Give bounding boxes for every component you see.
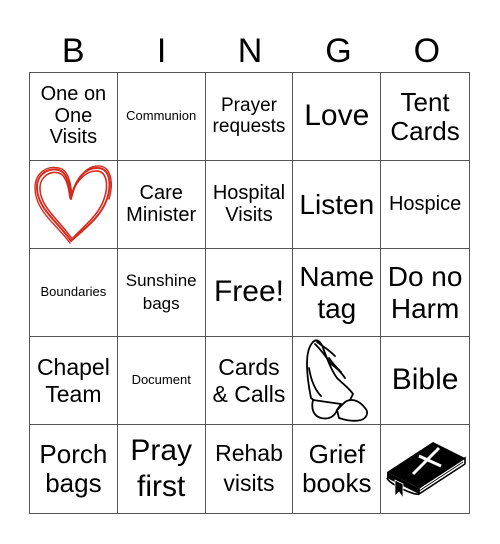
cell-label: Listen [299,188,375,220]
header-letter-i: I [156,32,167,70]
bingo-cell[interactable]: Sunshine bags [117,249,206,337]
bingo-cell[interactable]: Cards & Calls [205,337,294,425]
bingo-card-grid: One on One Visits Communion Prayer reque… [29,72,470,514]
free-space[interactable]: Free! [205,249,294,337]
cell-label: Grief books [302,439,372,498]
cell-label: Prayer requests [212,94,286,137]
header-letter-g: G [325,32,352,70]
bingo-cell[interactable]: Love [293,73,382,161]
bingo-cell[interactable]: Do no Harm [381,249,469,337]
bingo-cell[interactable] [293,337,382,425]
cell-label: Cards & Calls [212,354,286,407]
bingo-cell[interactable]: Boundaries [30,249,118,337]
cell-label: Document [131,372,191,388]
cell-label: Sunshine bags [125,271,197,313]
bingo-cell[interactable]: Prayer requests [205,73,294,161]
header-letter-o: O [413,32,441,70]
cell-label: One on One Visits [40,83,107,149]
cell-label: Hospital Visits [212,181,286,226]
bingo-cell[interactable]: Document [117,337,206,425]
bingo-header: B I N G O [29,30,471,72]
bingo-cell[interactable] [381,425,469,513]
bingo-cell[interactable]: Grief books [293,425,382,513]
bingo-cell[interactable]: Care Minister [117,161,206,249]
cell-label: Pray first [130,434,193,503]
bingo-cell[interactable]: Tent Cards [381,73,469,161]
cell-label: Rehab visits [215,440,283,496]
heart-icon [34,164,113,244]
praying-hands-icon [305,339,368,422]
cell-label: Communion [126,108,197,124]
bingo-cell[interactable]: Chapel Team [30,337,118,425]
cell-label: Do no Harm [387,261,463,324]
bible-icon [386,442,466,500]
cell-label: Free! [213,275,284,309]
cell-label: Name tag [299,261,375,324]
cell-label: Love [304,99,370,133]
bingo-cell[interactable] [30,161,118,249]
cell-label: Bible [391,363,459,397]
cell-label: Porch bags [39,439,108,498]
bingo-cell[interactable]: One on One Visits [30,73,118,161]
bingo-cell[interactable]: Communion [117,73,206,161]
bingo-cell[interactable]: Name tag [293,249,382,337]
bingo-cell[interactable]: Bible [381,337,469,425]
header-letter-b: B [61,32,85,70]
bingo-cell[interactable]: Hospice [381,161,469,249]
cell-label: Hospice [388,192,462,215]
cell-label: Chapel Team [36,354,110,407]
header-letter-n: N [237,32,263,70]
cell-label: Tent Cards [390,86,460,146]
bingo-cell[interactable]: Rehab visits [206,425,294,513]
cell-label: Boundaries [40,284,107,300]
bingo-cell[interactable]: Hospital Visits [205,161,294,249]
bingo-cell[interactable]: Porch bags [30,425,118,513]
cell-label: Care Minister [126,181,197,226]
bingo-cell[interactable]: Pray first [118,425,206,513]
bingo-cell[interactable]: Listen [293,161,382,249]
